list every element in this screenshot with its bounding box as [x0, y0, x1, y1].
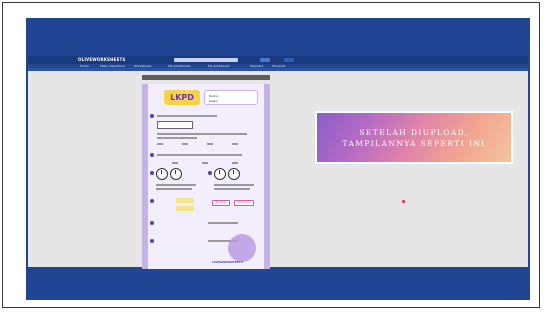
answer-blank[interactable]	[232, 143, 238, 145]
question-1-icon	[150, 114, 154, 118]
question-7-icon	[150, 239, 154, 243]
caption-banner: SETELAH DIUPLOAD, TAMPILANNYA SEPERTI IN…	[314, 110, 514, 165]
worksheet-toolbar	[142, 75, 270, 80]
clock-icon	[156, 168, 168, 180]
question-text	[157, 133, 247, 135]
fraction-shape	[157, 121, 193, 129]
question-2-icon	[150, 153, 154, 157]
clock-icon	[214, 168, 226, 180]
student-info-box: Nama : Kelas :	[204, 90, 258, 105]
question-1-text	[157, 115, 217, 117]
site-logo-text: OLIVEWORKSHEETS	[78, 57, 126, 62]
worksheet-page: LKPD Nama : Kelas : Pecahan Pembilang LI…	[142, 84, 270, 269]
answer-blank[interactable]	[182, 143, 188, 145]
answer-blank[interactable]	[207, 143, 213, 145]
question-2-text	[157, 154, 242, 156]
question-4-icon	[208, 171, 212, 175]
answer-blank[interactable]	[232, 162, 238, 164]
clock-icon	[170, 168, 182, 180]
question-5-icon	[150, 199, 154, 203]
answer-blank[interactable]	[157, 143, 163, 145]
website-header: OLIVEWORKSHEETS	[28, 56, 528, 64]
worksheet-footer: LIVEWORKSHEETS	[212, 260, 243, 264]
question-text	[156, 184, 196, 186]
laser-pointer-dot	[402, 200, 405, 203]
question-text	[214, 184, 254, 186]
answer-blank[interactable]	[202, 162, 208, 164]
question-text	[208, 222, 238, 224]
search-input[interactable]	[174, 58, 238, 62]
answer-blank[interactable]	[172, 162, 178, 164]
screenshot-frame: OLIVEWORKSHEETS Home Make interactive Wo…	[2, 2, 540, 308]
question-text	[156, 188, 192, 190]
website-content: LKPD Nama : Kelas : Pecahan Pembilang LI…	[28, 71, 528, 269]
page-right-border	[264, 84, 270, 269]
clock-icon	[228, 168, 240, 180]
question-3-icon	[150, 171, 154, 175]
question-text	[157, 137, 197, 139]
banner-line-1: SETELAH DIUPLOAD,	[359, 127, 469, 137]
banner-line-2: TAMPILANNYA SEPERTI INI	[342, 138, 486, 148]
answer-field[interactable]	[176, 198, 194, 203]
answer-field[interactable]	[176, 206, 194, 211]
pembilang-button[interactable]: Pembilang	[234, 200, 254, 206]
class-label: Kelas :	[209, 98, 219, 103]
pecahan-button[interactable]: Pecahan	[212, 200, 230, 206]
page-left-border	[142, 84, 148, 269]
smiley-decoration	[228, 234, 256, 262]
question-6-icon	[150, 221, 154, 225]
language-button[interactable]	[284, 58, 294, 62]
worksheet-title: LKPD	[164, 90, 200, 105]
login-button[interactable]	[260, 58, 270, 62]
question-text	[214, 188, 250, 190]
banner-gradient: SETELAH DIUPLOAD, TAMPILANNYA SEPERTI IN…	[317, 113, 511, 162]
